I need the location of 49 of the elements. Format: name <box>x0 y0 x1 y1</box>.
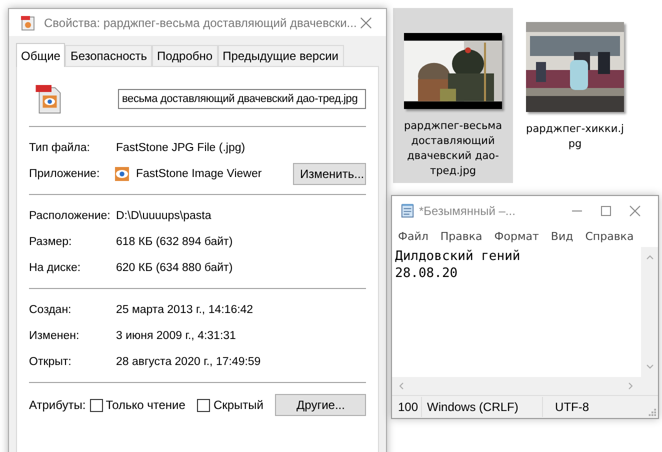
tab[interactable]: Подробно <box>152 45 218 66</box>
close-icon[interactable] <box>360 16 372 28</box>
menu-item[interactable]: Файл <box>398 230 428 242</box>
menu-item[interactable]: Вид <box>550 230 574 242</box>
jpg-file-icon <box>20 14 36 30</box>
tab[interactable]: Безопасность <box>65 45 152 66</box>
property-label: Изменен: <box>29 330 80 342</box>
property-value: 620 КБ (634 880 байт) <box>116 262 233 274</box>
file-name-field[interactable]: весьма доставляющий двачевский дао-тред.jpg <box>118 88 366 108</box>
property-label: Создан: <box>29 304 72 316</box>
maximize-icon[interactable] <box>600 204 612 216</box>
menu-item[interactable]: Справка <box>585 230 634 242</box>
file-item[interactable]: рарджпег-хикки.jpg <box>523 8 627 156</box>
file-item[interactable]: рарджпег-весьма доставляющий двачевский дао-тред.jpg <box>393 8 513 183</box>
jpg-file-icon <box>34 84 62 114</box>
close-icon[interactable] <box>629 204 641 216</box>
status-text: 100 <box>392 397 422 417</box>
checkbox[interactable]: Скрытый <box>197 398 264 412</box>
menu-item[interactable]: Правка <box>440 230 482 242</box>
property-value: 3 июня 2009 г., 4:31:31 <box>116 330 236 342</box>
property-label: Открыт: <box>29 356 72 368</box>
other-button[interactable]: Другие... <box>275 394 366 416</box>
property-value: FastStone JPG File (.jpg) <box>116 142 246 154</box>
property-value: 25 марта 2013 г., 14:16:42 <box>116 304 254 316</box>
property-label: Тип файла: <box>29 142 91 154</box>
window-title: *Безымянный –... <box>419 204 516 218</box>
window-title: Свойства: рарджпег-весьма доставляющий двачевски... <box>44 16 358 30</box>
attributes-label: Атрибуты: <box>29 398 86 412</box>
property-value: D:\D\uuuups\pasta <box>116 210 212 222</box>
checkbox[interactable]: Только чтение <box>90 398 186 412</box>
change-button[interactable]: Изменить... <box>293 163 366 185</box>
resize-grip-icon[interactable] <box>647 407 656 416</box>
file-name: рарджпег-весьма доставляющий двачевский дао-тред.jpg <box>402 119 504 179</box>
tab[interactable]: Предыдущие версии <box>218 45 344 66</box>
eye-icon <box>114 166 130 182</box>
file-name: рарджпег-хикки.jpg <box>525 122 625 152</box>
property-value: FastStone Image Viewer <box>136 168 262 180</box>
notepad-icon <box>400 203 415 218</box>
status-text: UTF-8 <box>554 399 590 416</box>
menu-item[interactable]: Формат <box>494 230 539 242</box>
property-value: 618 КБ (632 894 байт) <box>116 236 233 248</box>
tab[interactable]: Общие <box>16 43 66 67</box>
property-label: Приложение: <box>29 168 101 180</box>
property-label: Расположение: <box>29 210 112 222</box>
property-value: 28 августа 2020 г., 17:49:59 <box>116 356 261 368</box>
status-text: Windows (CRLF) <box>422 397 544 417</box>
text-area[interactable]: Дилдовский гений 28.08.20 <box>392 247 641 377</box>
property-label: Размер: <box>29 236 73 248</box>
property-label: На диске: <box>29 262 82 274</box>
